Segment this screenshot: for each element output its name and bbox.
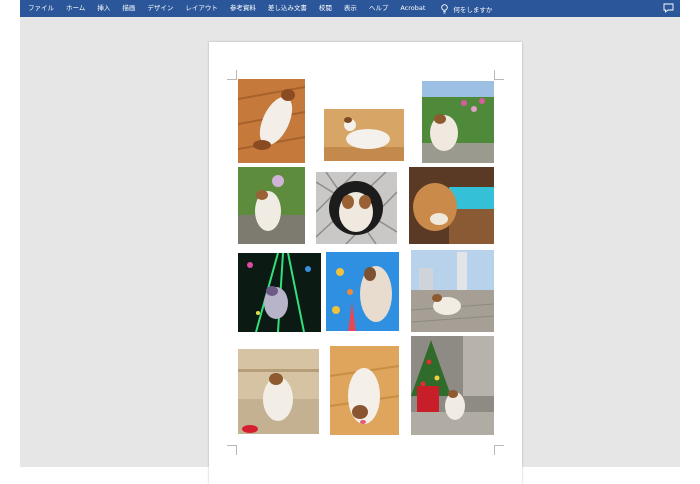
dog-photo-garden-path[interactable] bbox=[238, 167, 305, 244]
dog-photo-garden-flowers[interactable] bbox=[422, 81, 494, 163]
tab-file[interactable]: ファイル bbox=[20, 0, 60, 17]
dog-photo-wooden-wall[interactable] bbox=[238, 349, 319, 434]
dog-photo-lying-floor[interactable] bbox=[238, 79, 305, 163]
document-workspace bbox=[20, 17, 680, 484]
dog-photo-sitting-floor[interactable] bbox=[330, 346, 399, 435]
tab-view[interactable]: 表示 bbox=[338, 0, 363, 17]
comment-icon bbox=[663, 3, 674, 13]
crop-mark-bottom-left bbox=[227, 445, 237, 455]
tab-insert[interactable]: 挿入 bbox=[91, 0, 116, 17]
tab-acrobat[interactable]: Acrobat bbox=[394, 0, 431, 17]
tab-layout[interactable]: レイアウト bbox=[179, 0, 224, 17]
tab-mailings[interactable]: 差し込み文書 bbox=[262, 0, 313, 17]
tell-me-search[interactable]: 何をしますか bbox=[431, 3, 493, 14]
dog-photo-aquarium[interactable] bbox=[326, 252, 399, 331]
dog-photo-round-frame[interactable] bbox=[316, 172, 397, 244]
dog-photo-illumination-lights[interactable] bbox=[238, 253, 321, 332]
dog-photo-christmas-tree[interactable] bbox=[411, 336, 494, 435]
dog-photo-city-plaza[interactable] bbox=[411, 250, 494, 332]
tab-home[interactable]: ホーム bbox=[60, 0, 91, 17]
comment-button[interactable] bbox=[663, 3, 674, 15]
document-page[interactable] bbox=[209, 42, 522, 484]
lightbulb-icon bbox=[441, 3, 449, 13]
crop-mark-top-left bbox=[227, 70, 237, 80]
dog-photo-pool-closeup[interactable] bbox=[409, 167, 494, 244]
tab-draw[interactable]: 描画 bbox=[116, 0, 141, 17]
ribbon-tab-bar: ファイル ホーム 挿入 描画 デザイン レイアウト 参考資料 差し込み文書 校閲… bbox=[20, 0, 680, 17]
crop-mark-top-right bbox=[494, 70, 504, 80]
tab-design[interactable]: デザイン bbox=[141, 0, 179, 17]
tab-review[interactable]: 校閲 bbox=[313, 0, 338, 17]
tell-me-text: 何をしますか bbox=[453, 5, 493, 14]
dog-photo-lying-rug[interactable] bbox=[324, 109, 404, 161]
word-window: ファイル ホーム 挿入 描画 デザイン レイアウト 参考資料 差し込み文書 校閲… bbox=[0, 0, 700, 484]
tab-help[interactable]: ヘルプ bbox=[363, 0, 395, 17]
crop-mark-bottom-right bbox=[494, 445, 504, 455]
tab-references[interactable]: 参考資料 bbox=[224, 0, 262, 17]
